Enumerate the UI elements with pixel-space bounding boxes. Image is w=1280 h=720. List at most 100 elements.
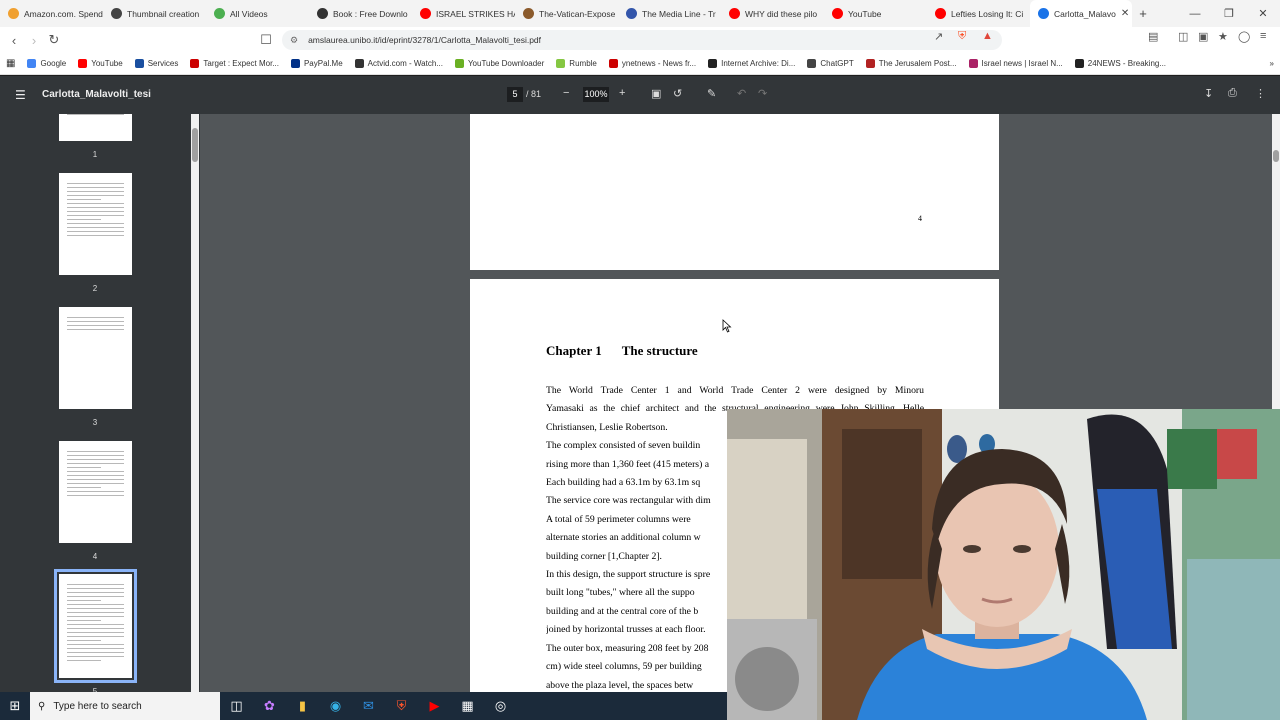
file-explorer-icon[interactable]: ▮ bbox=[286, 698, 319, 714]
bookmark-favicon-icon bbox=[1074, 59, 1084, 68]
bookmark-item[interactable]: Internet Archive: Di... bbox=[702, 59, 801, 68]
fit-page-icon[interactable]: ▣ bbox=[651, 87, 661, 100]
bookmark-label: Target : Expect Mor... bbox=[203, 59, 279, 68]
chapter-heading: Chapter 1 The structure bbox=[546, 343, 698, 359]
bookmark-item[interactable]: Israel news | Israel N... bbox=[963, 59, 1069, 68]
bookmark-page-icon[interactable]: ☐ bbox=[256, 32, 276, 48]
rotate-icon[interactable]: ↺ bbox=[673, 87, 682, 100]
vpn-icon[interactable]: ◯ bbox=[1238, 30, 1250, 43]
zoom-input[interactable]: 100% bbox=[583, 87, 609, 102]
page-thumbnail[interactable] bbox=[59, 307, 132, 409]
bookmark-label: PayPal.Me bbox=[303, 59, 343, 68]
bookmark-favicon-icon bbox=[608, 59, 618, 68]
apps-icon[interactable]: ▦ bbox=[0, 58, 21, 69]
tab[interactable]: WHY did these pilo bbox=[721, 0, 824, 27]
bookmark-item[interactable]: Google bbox=[21, 59, 72, 68]
bookmark-item[interactable]: The Jerusalem Post... bbox=[860, 59, 963, 68]
undo-icon[interactable]: ↶ bbox=[737, 87, 746, 100]
brave-rewards-icon[interactable]: ▲ bbox=[982, 30, 993, 42]
maximize-icon[interactable]: ❐ bbox=[1212, 7, 1246, 20]
webcam-overlay bbox=[727, 409, 1280, 720]
minimize-icon[interactable]: — bbox=[1178, 8, 1212, 20]
tab[interactable]: The-Vatican-Expose bbox=[515, 0, 618, 27]
bookmark-label: Google bbox=[40, 59, 67, 68]
page-number-label: 4 bbox=[918, 214, 922, 223]
windows-taskbar: ⊞ ⚲ Type here to search ◫ ✿ ▮ ◉ ✉ ⛨ ▶ ▦ … bbox=[0, 692, 727, 720]
forward-icon[interactable]: › bbox=[24, 33, 44, 48]
sidebar-scrollbar[interactable] bbox=[191, 114, 199, 692]
tab[interactable]: Amazon.com. Spend bbox=[0, 0, 103, 27]
menu-icon[interactable]: ≡ bbox=[1260, 30, 1266, 42]
tab-active[interactable]: Carlotta_Malavo ✕ bbox=[1030, 0, 1132, 27]
tab-label: Carlotta_Malavo bbox=[1054, 8, 1116, 19]
tab-label: WHY did these pilo bbox=[745, 8, 818, 19]
bookmark-favicon-icon bbox=[807, 59, 817, 68]
download-icon[interactable]: ↧ bbox=[1204, 87, 1213, 100]
bookmark-item[interactable]: PayPal.Me bbox=[285, 59, 349, 68]
task-view-icon[interactable]: ◫ bbox=[220, 698, 253, 714]
edge-icon[interactable]: ◉ bbox=[319, 698, 352, 714]
thumbnail-sidebar: 12345 bbox=[0, 114, 200, 692]
page-thumbnail[interactable] bbox=[59, 441, 132, 543]
zoom-out-icon[interactable]: − bbox=[563, 87, 569, 99]
pdf-toolbar: ☰ Carlotta_Malavolti_tesi 5 / 81 − 100% … bbox=[0, 76, 1280, 114]
bookmark-item[interactable]: Services bbox=[129, 59, 185, 68]
windows-start-icon[interactable]: ⊞ bbox=[0, 698, 30, 714]
bookmark-item[interactable]: YouTube bbox=[72, 59, 128, 68]
bookmark-item[interactable]: ChatGPT bbox=[801, 59, 859, 68]
tab[interactable]: The Media Line - Tr bbox=[618, 0, 721, 27]
back-icon[interactable]: ‹ bbox=[4, 33, 24, 48]
bookmark-label: Internet Archive: Di... bbox=[721, 59, 796, 68]
bookmark-item[interactable]: YouTube Downloader bbox=[449, 59, 550, 68]
outlook-icon[interactable]: ✉ bbox=[352, 698, 385, 714]
page-thumbnail[interactable] bbox=[54, 569, 137, 683]
bookmark-item[interactable]: Target : Expect Mor... bbox=[184, 59, 285, 68]
taskbar-search[interactable]: ⚲ Type here to search bbox=[30, 692, 220, 720]
page-total: / 81 bbox=[526, 89, 542, 99]
share-icon[interactable]: ↗ bbox=[934, 30, 943, 43]
sidebar-toggle-icon[interactable]: ▤ bbox=[1148, 30, 1158, 43]
reload-icon[interactable]: ↻ bbox=[44, 32, 64, 48]
site-info-icon[interactable]: ⚙ bbox=[290, 35, 298, 46]
tab-label: All Videos bbox=[230, 8, 268, 19]
more-options-icon[interactable]: ⋮ bbox=[1255, 87, 1266, 100]
page-thumbnail[interactable] bbox=[59, 173, 132, 275]
bookmark-item[interactable]: Rumble bbox=[550, 59, 603, 68]
bookmark-item[interactable]: ynetnews - News fr... bbox=[603, 59, 702, 68]
bookmark-favicon-icon bbox=[556, 59, 566, 68]
tab[interactable]: Lefties Losing It: Ci bbox=[927, 0, 1030, 27]
tab[interactable]: Thumbnail creation bbox=[103, 0, 206, 27]
tab[interactable]: Book : Free Downlo bbox=[309, 0, 412, 27]
close-window-icon[interactable]: ✕ bbox=[1246, 7, 1280, 20]
tab-favicon-icon bbox=[729, 8, 740, 19]
mouse-cursor-icon bbox=[722, 319, 732, 333]
redo-icon[interactable]: ↷ bbox=[758, 87, 767, 100]
bookmark-favicon-icon bbox=[290, 59, 300, 68]
print-icon[interactable]: ⎙ bbox=[1228, 87, 1237, 100]
new-tab-icon[interactable]: + bbox=[1132, 6, 1154, 21]
brave-icon[interactable]: ⛨ bbox=[385, 698, 418, 714]
chrome-icon[interactable]: ◎ bbox=[484, 698, 517, 714]
reading-view-icon[interactable]: ◫ bbox=[1178, 30, 1188, 43]
youtube-app-icon[interactable]: ▶ bbox=[418, 698, 451, 714]
webcam-image bbox=[727, 409, 1280, 720]
tab[interactable]: ISRAEL STRIKES HA bbox=[412, 0, 515, 27]
copilot-icon[interactable]: ✿ bbox=[253, 698, 286, 714]
wallet-icon[interactable]: ▣ bbox=[1198, 30, 1208, 43]
annotate-icon[interactable]: ✎ bbox=[707, 87, 716, 100]
store-icon[interactable]: ▦ bbox=[451, 698, 484, 714]
url-bar[interactable]: ⚙ amslaurea.unibo.it/id/eprint/3278/1/Ca… bbox=[282, 30, 1002, 50]
page-number-input[interactable]: 5 bbox=[507, 87, 523, 102]
tab-close-icon[interactable]: ✕ bbox=[1121, 8, 1129, 19]
page-thumbnail[interactable] bbox=[59, 114, 132, 141]
bookmark-item[interactable]: Actvid.com - Watch... bbox=[349, 59, 449, 68]
zoom-in-icon[interactable]: + bbox=[619, 87, 625, 99]
taskbar-search-placeholder: Type here to search bbox=[53, 700, 142, 712]
tab[interactable]: All Videos bbox=[206, 0, 309, 27]
bookmark-item[interactable]: 24NEWS - Breaking... bbox=[1069, 59, 1172, 68]
bookmarks-overflow-icon[interactable]: » bbox=[1264, 59, 1280, 68]
brave-shield-icon[interactable]: ⛨ bbox=[958, 30, 966, 43]
extensions-icon[interactable]: ★ bbox=[1218, 30, 1228, 43]
tab[interactable]: YouTube bbox=[824, 0, 927, 27]
hamburger-menu-icon[interactable]: ☰ bbox=[15, 88, 26, 102]
